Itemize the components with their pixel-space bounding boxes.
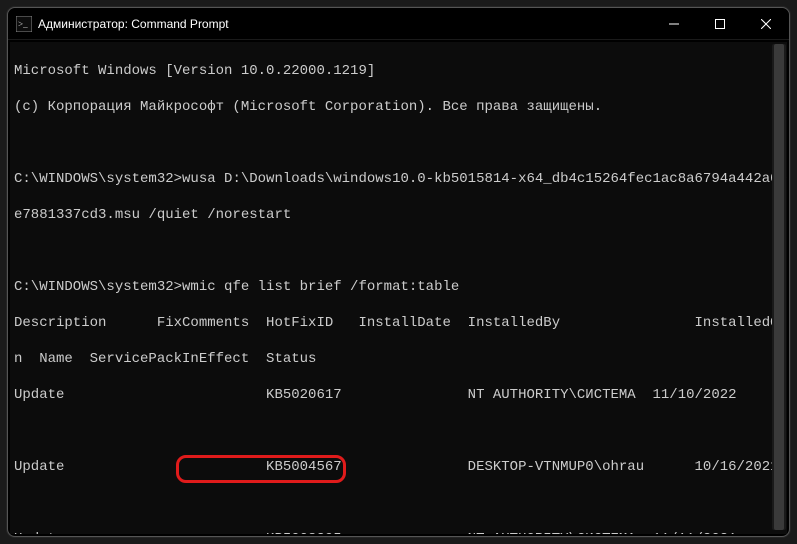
titlebar[interactable]: >_ Администратор: Command Prompt	[8, 8, 789, 40]
blank-line	[14, 242, 785, 260]
scroll-thumb[interactable]	[774, 44, 784, 530]
maximize-button[interactable]	[697, 8, 743, 39]
window-title: Администратор: Command Prompt	[38, 17, 651, 31]
table-header-1: Description FixComments HotFixID Install…	[14, 314, 785, 332]
close-button[interactable]	[743, 8, 789, 39]
table-row: Update KB5004567 DESKTOP-VTNMUP0\ohrau 1…	[14, 458, 785, 476]
cmd-line-1b: e7881337cd3.msu /quiet /norestart	[14, 206, 785, 224]
table-header-2: n Name ServicePackInEffect Status	[14, 350, 785, 368]
minimize-icon	[669, 19, 679, 29]
blank-line	[14, 422, 785, 440]
blank-line	[14, 134, 785, 152]
maximize-icon	[715, 19, 725, 29]
version-line: Microsoft Windows [Version 10.0.22000.12…	[14, 62, 785, 80]
terminal-area[interactable]: Microsoft Windows [Version 10.0.22000.12…	[10, 42, 787, 534]
window-controls	[651, 8, 789, 39]
close-icon	[761, 19, 771, 29]
command-prompt-window: >_ Администратор: Command Prompt Microso…	[7, 7, 790, 537]
cmd-line-2: C:\WINDOWS\system32>wmic qfe list brief …	[14, 278, 785, 296]
vertical-scrollbar[interactable]	[772, 44, 786, 530]
cmd-line-1a: C:\WINDOWS\system32>wusa D:\Downloads\wi…	[14, 170, 785, 188]
table-row: Update KB5008295 NT AUTHORITY\СИСТЕМА 11…	[14, 530, 785, 534]
blank-line	[14, 494, 785, 512]
cmd2-text: wmic qfe list brief /format:table	[182, 279, 459, 295]
cmd-icon: >_	[16, 16, 32, 32]
cmd1-part1: wusa D:\Downloads\windows10.0-kb5015814-…	[182, 171, 787, 187]
minimize-button[interactable]	[651, 8, 697, 39]
svg-text:>_: >_	[18, 19, 28, 29]
copyright-line: (c) Корпорация Майкрософт (Microsoft Cor…	[14, 98, 785, 116]
prompt: C:\WINDOWS\system32>	[14, 279, 182, 295]
prompt: C:\WINDOWS\system32>	[14, 171, 182, 187]
table-row: Update KB5020617 NT AUTHORITY\СИСТЕМА 11…	[14, 386, 785, 404]
